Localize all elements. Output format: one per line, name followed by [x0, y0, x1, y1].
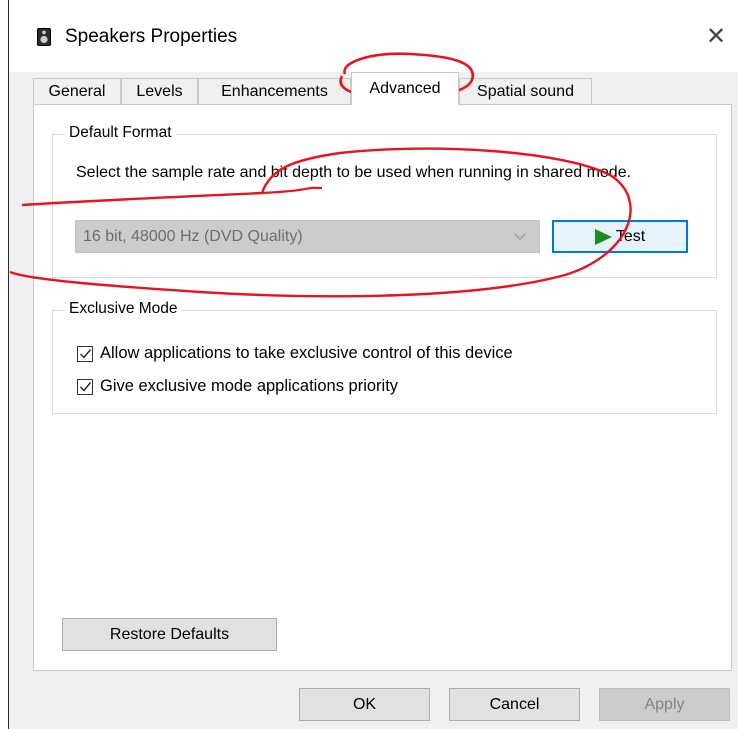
default-format-group: Default Format Select the sample rate an… [52, 124, 717, 278]
chevron-down-icon [514, 233, 526, 240]
sample-rate-dropdown[interactable]: 16 bit, 48000 Hz (DVD Quality) [75, 220, 540, 253]
properties-window: Speakers Properties ✕ General Levels Enh… [8, 0, 738, 729]
checkmark-icon [79, 382, 91, 392]
default-format-legend: Default Format [65, 124, 176, 142]
apply-button[interactable]: Apply [599, 688, 730, 721]
allow-exclusive-control-option[interactable]: Allow applications to take exclusive con… [77, 344, 513, 363]
default-format-description: Select the sample rate and bit depth to … [76, 164, 632, 181]
tab-levels[interactable]: Levels [121, 78, 198, 104]
speaker-icon [37, 28, 51, 46]
restore-defaults-button[interactable]: Restore Defaults [62, 618, 277, 651]
title-bar[interactable]: Speakers Properties ✕ [9, 0, 738, 72]
allow-exclusive-checkbox[interactable] [77, 345, 93, 362]
test-label: Test [615, 227, 646, 245]
play-icon [594, 228, 612, 245]
window-title: Speakers Properties [65, 26, 238, 47]
tab-enhancements[interactable]: Enhancements [198, 78, 351, 104]
exclusive-priority-checkbox[interactable] [77, 378, 93, 395]
exclusive-priority-option[interactable]: Give exclusive mode applications priorit… [77, 377, 398, 396]
exclusive-mode-legend: Exclusive Mode [65, 300, 182, 318]
exclusive-mode-group: Exclusive Mode Allow applications to tak… [52, 300, 717, 414]
cancel-button[interactable]: Cancel [449, 688, 580, 721]
exclusive-priority-label: Give exclusive mode applications priorit… [100, 377, 399, 395]
allow-exclusive-label: Allow applications to take exclusive con… [100, 344, 513, 362]
tab-advanced[interactable]: Advanced [351, 72, 459, 105]
sample-rate-value: 16 bit, 48000 Hz (DVD Quality) [83, 227, 303, 245]
close-button[interactable]: ✕ [693, 14, 738, 58]
close-icon: ✕ [705, 22, 727, 50]
checkmark-icon [79, 349, 91, 359]
ok-button[interactable]: OK [299, 688, 430, 721]
tab-general[interactable]: General [33, 78, 121, 104]
test-button[interactable]: Test [552, 220, 688, 253]
tab-spatial-sound[interactable]: Spatial sound [459, 78, 592, 104]
advanced-tab-panel: Default Format Select the sample rate an… [33, 104, 732, 671]
